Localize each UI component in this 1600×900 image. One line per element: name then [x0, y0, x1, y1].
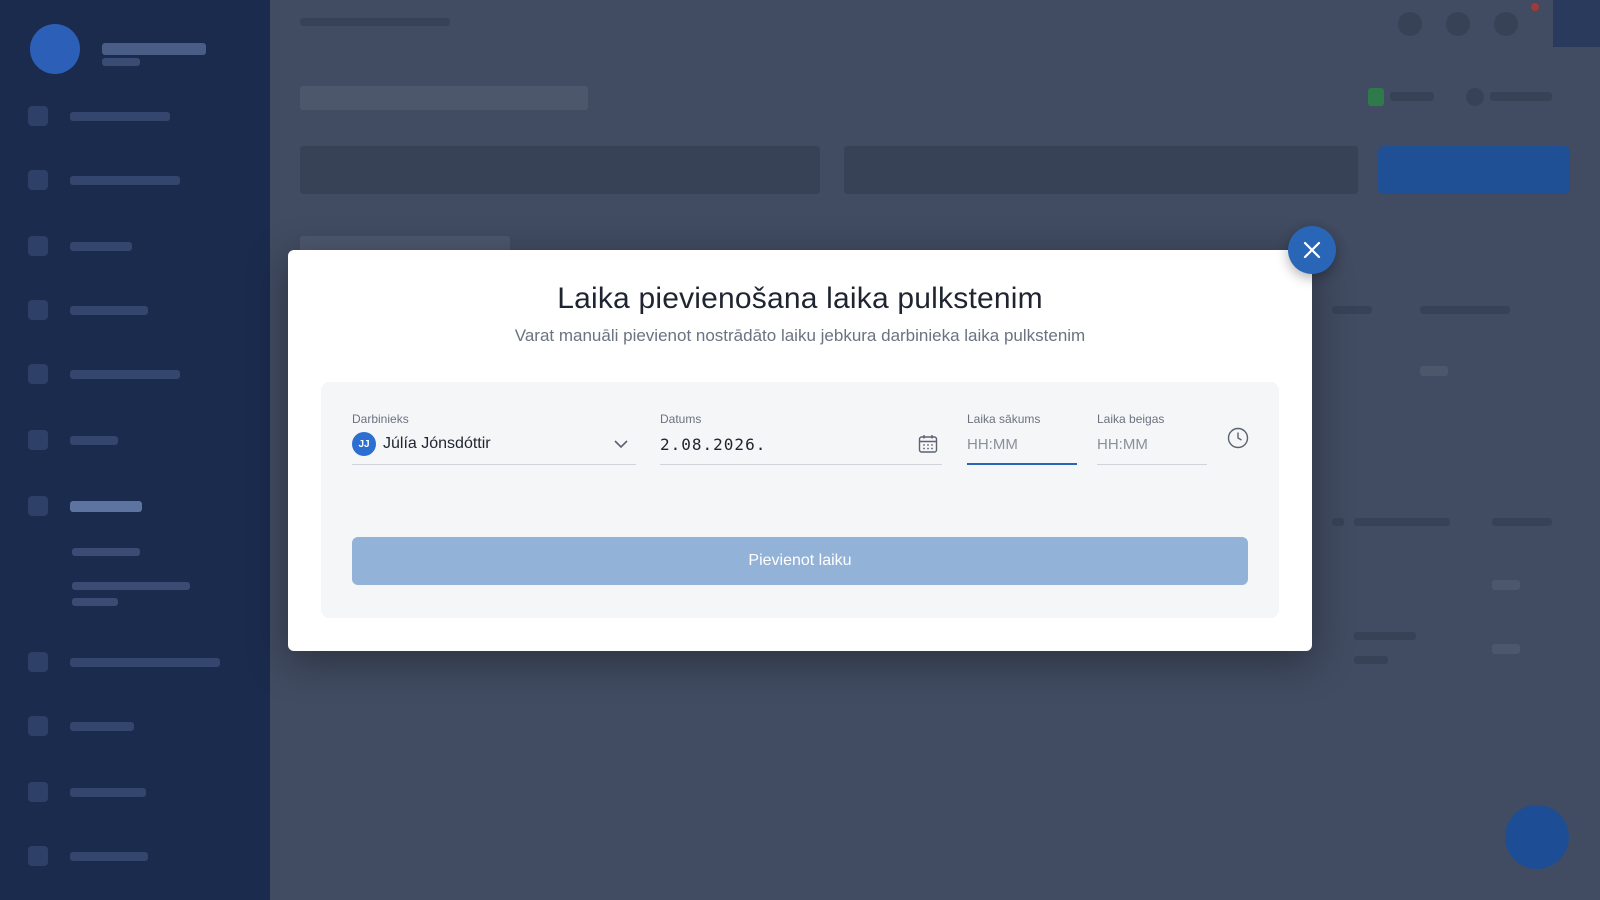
time-entry-form: Darbinieks JJ Júlía Jónsdóttir Datums 2.… — [321, 382, 1279, 618]
start-time-label: Laika sākums — [967, 412, 1041, 426]
header-icon[interactable] — [1446, 12, 1470, 36]
calendar-icon[interactable] — [917, 433, 939, 455]
sidebar-item[interactable] — [28, 236, 132, 256]
excel-icon — [1368, 88, 1384, 106]
notification-icon[interactable] — [1494, 12, 1518, 36]
sidebar-item[interactable] — [28, 846, 148, 866]
header-corner-button[interactable] — [1553, 0, 1600, 47]
header-icon[interactable] — [1398, 12, 1422, 36]
sidebar — [0, 0, 270, 900]
end-time-input[interactable]: HH:MM — [1097, 436, 1148, 453]
close-icon — [1303, 241, 1321, 259]
avatar: JJ — [352, 432, 376, 456]
sidebar-subitem-active[interactable] — [72, 582, 190, 590]
employee-label: Darbinieks — [352, 412, 409, 426]
modal-title: Laika pievienošana laika pulkstenim — [557, 282, 1043, 315]
sidebar-item[interactable] — [28, 364, 180, 384]
clock-icon[interactable] — [1226, 426, 1250, 450]
avatar — [30, 24, 80, 74]
sidebar-profile — [30, 24, 206, 74]
filter-select[interactable] — [844, 146, 1358, 194]
sidebar-item[interactable] — [28, 716, 134, 736]
page-title — [300, 86, 588, 110]
modal-subtitle: Varat manuāli pievienot nostrādāto laiku… — [514, 326, 1086, 345]
sidebar-item[interactable] — [28, 300, 148, 320]
start-time-input[interactable]: HH:MM — [967, 436, 1018, 453]
sidebar-item[interactable] — [28, 782, 146, 802]
sidebar-item[interactable] — [28, 106, 170, 126]
add-time-button[interactable]: Pievienot laiku — [352, 537, 1248, 585]
primary-action-button[interactable] — [1378, 146, 1570, 194]
sidebar-item[interactable] — [28, 170, 180, 190]
add-time-modal: Laika pievienošana laika pulkstenim Vara… — [288, 250, 1312, 651]
close-button[interactable] — [1288, 226, 1336, 274]
print-icon — [1466, 88, 1484, 106]
employee-select-value[interactable]: Júlía Jónsdóttir — [383, 435, 491, 453]
date-label: Datums — [660, 412, 702, 426]
date-input[interactable]: 2.08.2026. — [660, 435, 766, 454]
breadcrumb — [300, 18, 450, 26]
sidebar-subitem[interactable] — [72, 548, 140, 556]
date-range-filter[interactable] — [300, 146, 820, 194]
sidebar-item[interactable] — [28, 430, 118, 450]
sidebar-item-active[interactable] — [28, 496, 142, 516]
floating-action-button[interactable] — [1505, 805, 1569, 869]
end-time-label: Laika beigas — [1097, 412, 1165, 426]
sidebar-item[interactable] — [28, 652, 220, 672]
chevron-down-icon[interactable] — [611, 434, 631, 454]
notification-badge — [1531, 3, 1539, 11]
